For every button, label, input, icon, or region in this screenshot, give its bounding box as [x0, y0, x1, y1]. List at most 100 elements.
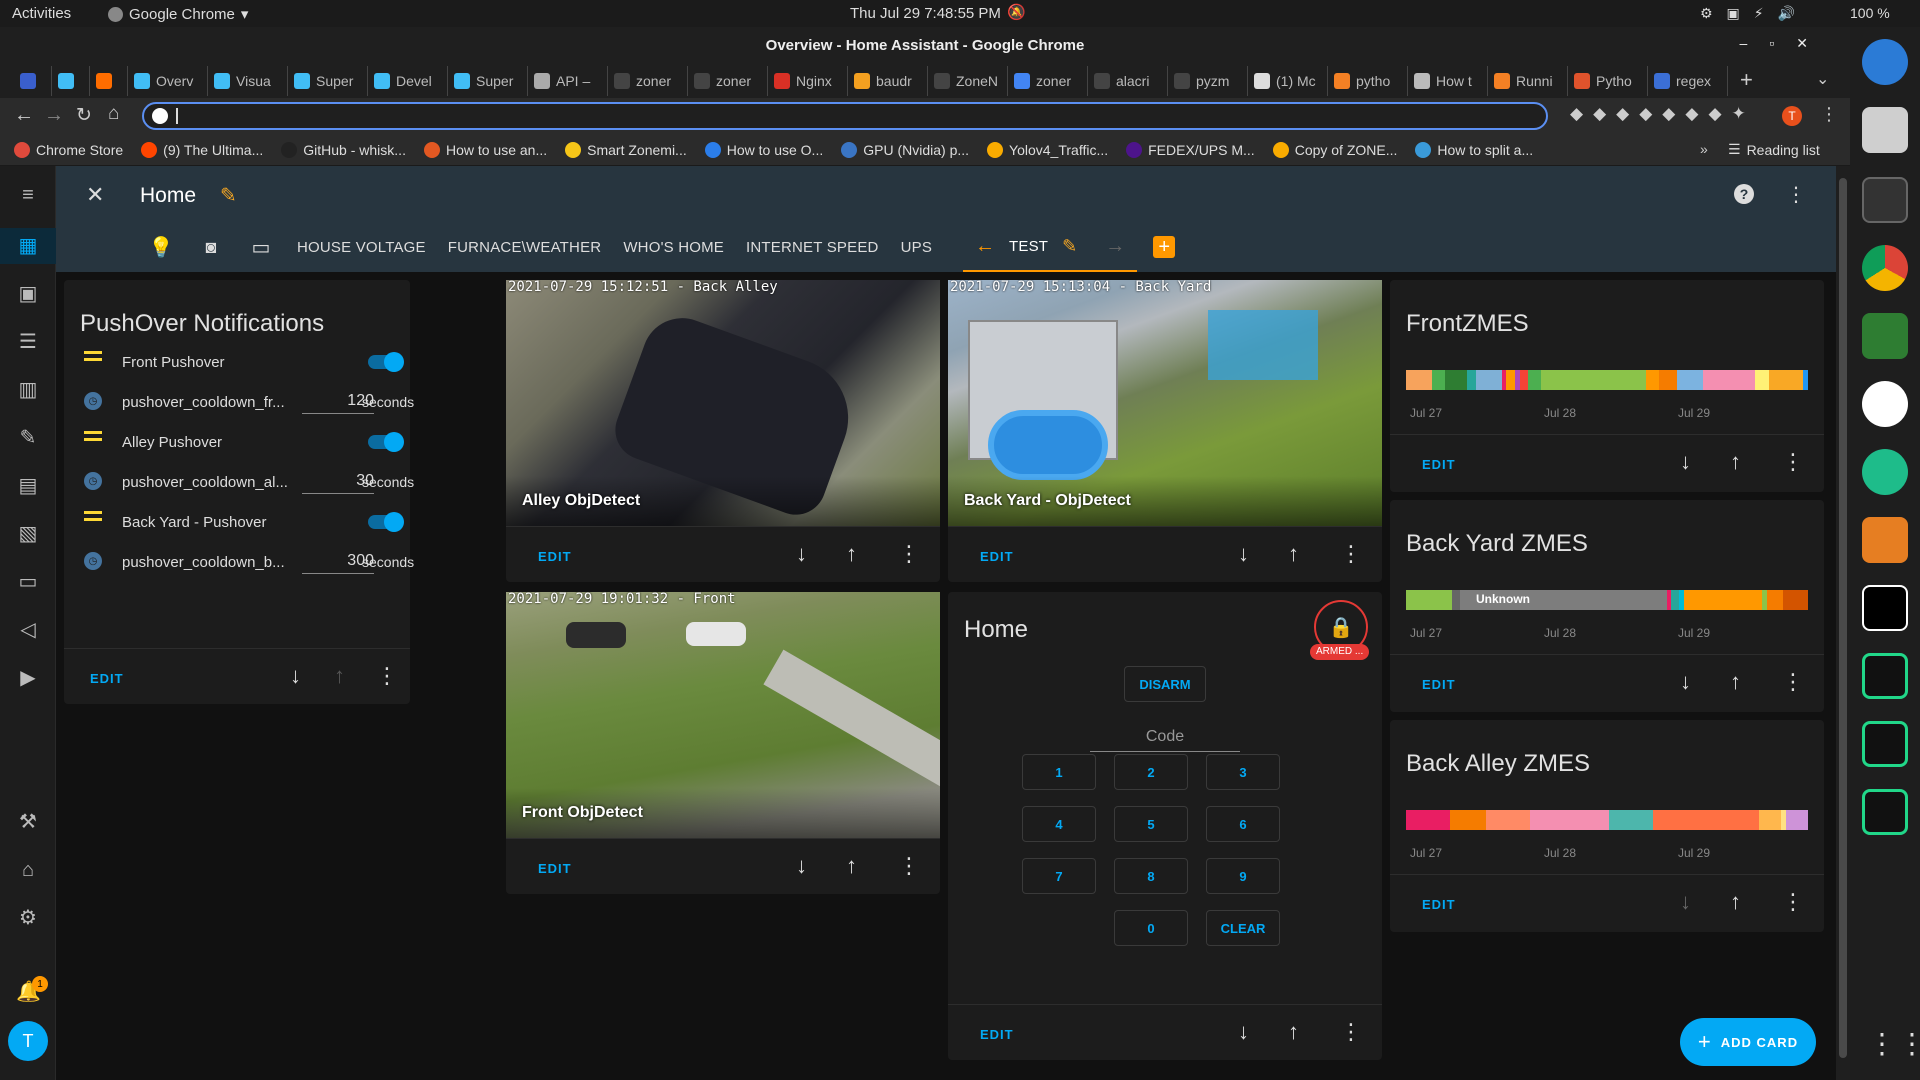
- browser-tab[interactable]: zoner: [1008, 65, 1088, 96]
- browser-tab[interactable]: (1) Mc: [1248, 65, 1328, 96]
- card-menu-icon[interactable]: ⋮: [1340, 541, 1362, 567]
- bookmark-item[interactable]: FEDEX/UPS M...: [1126, 141, 1255, 158]
- browser-tab[interactable]: pyzm: [1168, 65, 1248, 96]
- bookmark-item[interactable]: How to use an...: [423, 141, 547, 158]
- browser-tab[interactable]: pytho: [1328, 65, 1408, 96]
- timeline-segment[interactable]: [1803, 370, 1808, 390]
- tab-internet-speed[interactable]: INTERNET SPEED: [735, 222, 890, 272]
- reload-icon[interactable]: ↻: [76, 104, 92, 127]
- keypad-key-2[interactable]: 2: [1114, 754, 1188, 790]
- bookmark-item[interactable]: (9) The Ultima...: [141, 141, 263, 158]
- show-apps-icon[interactable]: ⋮⋮⋮: [1868, 1027, 1920, 1060]
- browser-tab[interactable]: Runni: [1488, 65, 1568, 96]
- camera-image[interactable]: 2021-07-29 15:12:51 - Back Alley Alley O…: [506, 280, 940, 526]
- timeline-segment[interactable]: [1659, 370, 1677, 390]
- bookmark-item[interactable]: Chrome Store: [14, 141, 123, 158]
- tab-whos-home[interactable]: WHO'S HOME: [612, 222, 735, 272]
- timeline-segment[interactable]: [1406, 810, 1451, 830]
- keypad-key-5[interactable]: 5: [1114, 806, 1188, 842]
- sync-icon[interactable]: [1862, 449, 1908, 495]
- sidebar-item-terminal[interactable]: ▭: [16, 570, 40, 594]
- timeline-segment[interactable]: [1702, 370, 1756, 390]
- camera-image[interactable]: 2021-07-29 15:13:04 - Back Yard Back Yar…: [948, 280, 1382, 526]
- move-down-icon[interactable]: ↓: [1680, 889, 1691, 915]
- move-up-icon[interactable]: ↑: [1730, 669, 1741, 695]
- edit-card-button[interactable]: EDIT: [980, 1027, 1014, 1042]
- card-menu-icon[interactable]: ⋮: [1782, 669, 1804, 695]
- extension-icons[interactable]: ◆◆◆◆◆◆◆✦: [1570, 104, 1756, 124]
- card-menu-icon[interactable]: ⋮: [376, 663, 398, 689]
- profile-avatar[interactable]: T: [1782, 106, 1802, 126]
- entity-toggle[interactable]: [368, 432, 404, 452]
- sidebar-item-map[interactable]: ▣: [16, 282, 40, 306]
- browser-tab[interactable]: alacri: [1088, 65, 1168, 96]
- thunderbird-icon[interactable]: [1862, 39, 1908, 85]
- bookmark-item[interactable]: Copy of ZONE...: [1272, 141, 1397, 158]
- browser-tab[interactable]: How t: [1408, 65, 1488, 96]
- d-app-icon[interactable]: [1862, 585, 1908, 631]
- timeline-segment[interactable]: [1406, 590, 1452, 610]
- bookmark-item[interactable]: Smart Zonemi...: [565, 141, 687, 158]
- move-down-icon[interactable]: ↓: [1680, 669, 1691, 695]
- timeline-segment[interactable]: [1467, 370, 1476, 390]
- timeline-segment[interactable]: [1755, 370, 1769, 390]
- files-icon[interactable]: [1862, 107, 1908, 153]
- edit-card-button[interactable]: EDIT: [1422, 677, 1456, 692]
- page-scrollbar[interactable]: [1836, 166, 1850, 1080]
- timeline-segment[interactable]: [1432, 370, 1446, 390]
- edit-card-button[interactable]: EDIT: [980, 549, 1014, 564]
- browser-tab[interactable]: [90, 65, 128, 96]
- more-bookmarks-icon[interactable]: »: [1700, 141, 1708, 157]
- card-menu-icon[interactable]: ⋮: [898, 853, 920, 879]
- timeline-segment[interactable]: [1768, 370, 1804, 390]
- timeline-segment[interactable]: [1683, 590, 1763, 610]
- pycharm-icon[interactable]: [1862, 721, 1908, 767]
- tab-lights-icon[interactable]: 💡: [136, 222, 186, 272]
- move-up-icon[interactable]: ↑: [334, 663, 345, 689]
- browser-tab[interactable]: Devel: [368, 65, 448, 96]
- new-tab-icon[interactable]: +: [1740, 67, 1753, 93]
- browser-tab[interactable]: API –: [528, 65, 608, 96]
- window-controls[interactable]: –▫✕: [1740, 35, 1830, 52]
- card-menu-icon[interactable]: ⋮: [1340, 1019, 1362, 1045]
- timeline-segment[interactable]: [1450, 810, 1486, 830]
- timeline-segment[interactable]: [1653, 810, 1760, 830]
- header-menu-icon[interactable]: ⋮: [1786, 182, 1806, 207]
- remmina-icon[interactable]: [1862, 381, 1908, 427]
- clock[interactable]: Thu Jul 29 7:48:55 PM: [850, 5, 1001, 22]
- keypad-key-7[interactable]: 7: [1022, 858, 1096, 894]
- sidebar-item-media[interactable]: ▶: [16, 666, 40, 690]
- help-icon[interactable]: ?: [1734, 184, 1754, 204]
- camera-image[interactable]: 2021-07-29 19:01:32 - Front Front ObjDet…: [506, 592, 940, 838]
- browser-tab[interactable]: Super: [288, 65, 368, 96]
- move-down-icon[interactable]: ↓: [290, 663, 301, 689]
- sidebar-item-developer-tools[interactable]: ⚒: [16, 810, 40, 834]
- move-up-icon[interactable]: ↑: [1730, 889, 1741, 915]
- timeline-segment[interactable]: [1406, 370, 1433, 390]
- sidebar-item-logbook[interactable]: ☰: [16, 330, 40, 354]
- sidebar-item-settings[interactable]: ⚙: [16, 906, 40, 930]
- move-down-icon[interactable]: ↓: [796, 853, 807, 879]
- edit-title-icon[interactable]: ✎: [220, 183, 237, 208]
- entity-toggle[interactable]: [368, 352, 404, 372]
- move-tab-right-icon[interactable]: →: [1105, 235, 1125, 258]
- bookmark-item[interactable]: GPU (Nvidia) p...: [841, 141, 969, 158]
- card-menu-icon[interactable]: ⋮: [1782, 889, 1804, 915]
- move-up-icon[interactable]: ↑: [846, 853, 857, 879]
- browser-tab[interactable]: regex: [1648, 65, 1728, 96]
- timeline-segment[interactable]: [1609, 810, 1654, 830]
- edit-card-button[interactable]: EDIT: [90, 671, 124, 686]
- chrome-dock-icon[interactable]: [1862, 245, 1908, 291]
- code-input[interactable]: Code: [1090, 722, 1240, 752]
- move-down-icon[interactable]: ↓: [796, 541, 807, 567]
- bookmark-item[interactable]: How to use O...: [704, 141, 823, 158]
- app-menu[interactable]: Google Chrome ▾: [108, 5, 248, 23]
- timeline-segment[interactable]: [1528, 370, 1542, 390]
- move-down-icon[interactable]: ↓: [1238, 1019, 1249, 1045]
- browser-tab[interactable]: baudr: [848, 65, 928, 96]
- menu-icon[interactable]: ≡: [16, 183, 40, 207]
- keypad-key-3[interactable]: 3: [1206, 754, 1280, 790]
- tab-furnace-weather[interactable]: FURNACE\WEATHER: [437, 222, 613, 272]
- tray-icons[interactable]: ⚙▣⚡🔊: [1700, 5, 1809, 22]
- software-icon[interactable]: [1862, 313, 1908, 359]
